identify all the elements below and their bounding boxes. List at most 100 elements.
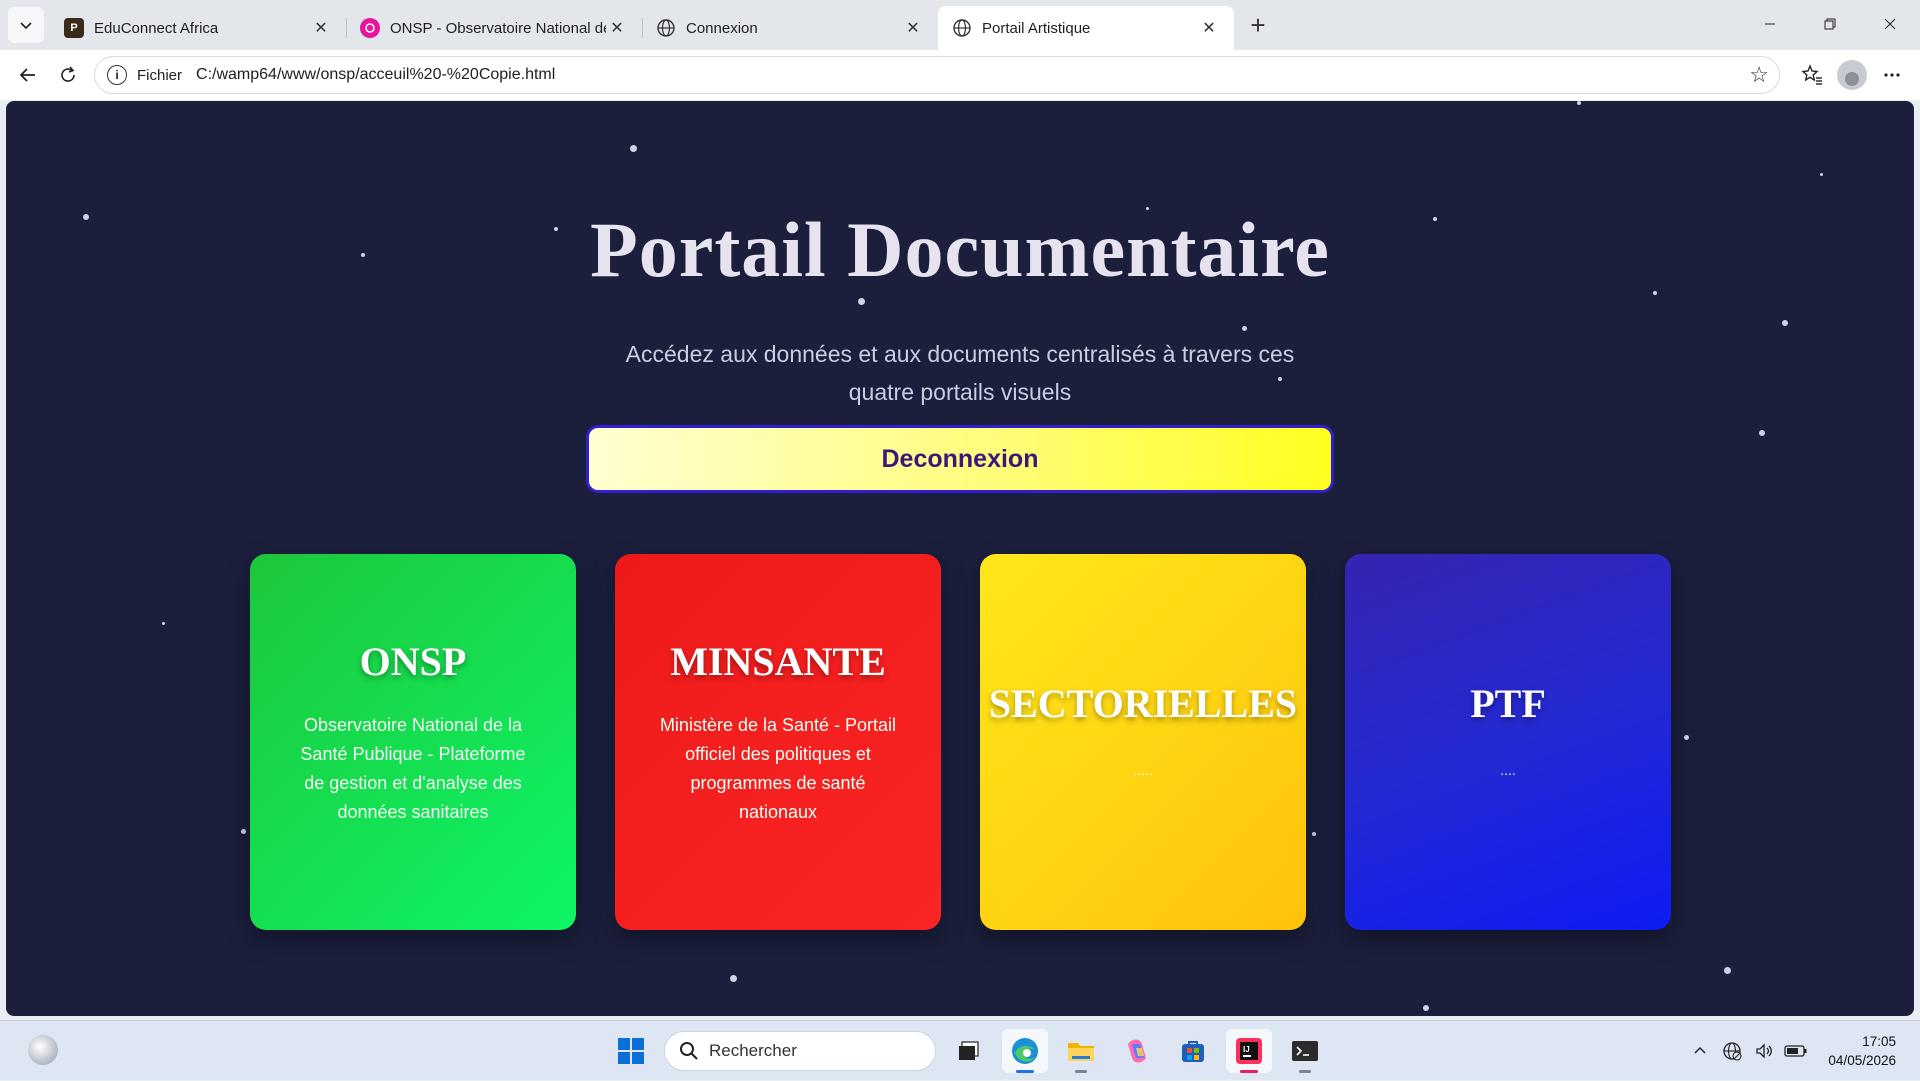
portal-card-onsp[interactable]: ONSP Observatoire National de la Santé P… — [250, 554, 576, 930]
edge-browser-icon — [1012, 1038, 1038, 1064]
star-decoration — [1684, 735, 1689, 740]
browser-toolbar: i Fichier C:/wamp64/www/onsp/acceuil%20-… — [0, 50, 1920, 100]
tab-title: Connexion — [686, 19, 758, 37]
minimize-window-button[interactable] — [1740, 0, 1800, 48]
onsp-favicon — [360, 18, 380, 38]
svg-text:IJ: IJ — [1243, 1045, 1250, 1054]
task-view-button[interactable] — [946, 1029, 992, 1073]
chevron-up-icon[interactable] — [1686, 1037, 1714, 1065]
star-decoration — [1312, 832, 1316, 836]
restore-window-button[interactable] — [1800, 0, 1860, 48]
more-menu-button[interactable] — [1872, 55, 1912, 95]
copilot-taskbar-icon[interactable] — [1114, 1029, 1160, 1073]
close-tab-icon[interactable]: ✕ — [1198, 17, 1220, 39]
minimize-icon — [1765, 23, 1775, 25]
address-bar[interactable]: i Fichier C:/wamp64/www/onsp/acceuil%20-… — [94, 56, 1780, 94]
back-button[interactable] — [8, 55, 48, 95]
address-scheme-label: Fichier — [137, 66, 183, 84]
address-url[interactable]: C:/wamp64/www/onsp/acceuil%20-%20Copie.h… — [196, 66, 1749, 84]
close-window-button[interactable] — [1860, 0, 1920, 48]
star-decoration — [1242, 326, 1247, 331]
page-subtitle: Accédez aux données et aux documents cen… — [625, 341, 1295, 405]
card-title: SECTORIELLES — [988, 681, 1298, 726]
chevron-down-icon — [20, 22, 32, 30]
star-decoration — [1577, 101, 1581, 105]
windows-taskbar: Rechercher IJ 17:05 04/05/2026 — [0, 1020, 1920, 1080]
tab-portail-artistique[interactable]: Portail Artistique ✕ — [938, 6, 1234, 50]
tab-onsp[interactable]: ONSP - Observatoire National de la Santé… — [346, 6, 642, 50]
portal-card-sectorielles[interactable]: SECTORIELLES ..... — [980, 554, 1306, 930]
bookmark-star-icon[interactable]: ☆ — [1749, 62, 1769, 88]
favorites-button[interactable] — [1792, 55, 1832, 95]
reload-button[interactable] — [48, 55, 88, 95]
close-tab-icon[interactable]: ✕ — [902, 17, 924, 39]
portal-card-ptf[interactable]: PTF .... — [1345, 554, 1671, 930]
browser-tab-strip: P EduConnect Africa ✕ ONSP - Observatoir… — [0, 0, 1920, 50]
clock[interactable]: 17:05 04/05/2026 — [1828, 1032, 1896, 1070]
card-description: Observatoire National de la Santé Publiq… — [300, 715, 526, 822]
restore-icon — [1824, 18, 1836, 30]
search-placeholder: Rechercher — [709, 1041, 797, 1060]
tab-title: ONSP - Observatoire National de la Santé… — [390, 19, 606, 37]
intellij-taskbar-icon[interactable]: IJ — [1226, 1029, 1272, 1073]
close-tab-icon[interactable]: ✕ — [606, 17, 628, 39]
weather-widget-icon[interactable] — [28, 1035, 58, 1065]
taskbar-apps: Rechercher IJ — [608, 1029, 1328, 1073]
card-description: ..... — [1133, 762, 1153, 778]
terminal-taskbar-icon[interactable] — [1282, 1029, 1328, 1073]
star-decoration — [1820, 173, 1823, 176]
tab-connexion[interactable]: Connexion ✕ — [642, 6, 938, 50]
star-decoration — [730, 975, 737, 982]
edge-taskbar-icon[interactable] — [1002, 1029, 1048, 1073]
card-title: ONSP — [359, 639, 467, 684]
battery-icon[interactable] — [1782, 1037, 1810, 1065]
microsoft-store-taskbar-icon[interactable] — [1170, 1029, 1216, 1073]
logout-button[interactable]: Deconnexion — [586, 425, 1334, 493]
star-decoration — [1782, 320, 1788, 326]
file-explorer-taskbar-icon[interactable] — [1058, 1029, 1104, 1073]
taskbar-search[interactable]: Rechercher — [664, 1031, 936, 1071]
more-dots-icon — [1884, 73, 1900, 77]
copilot-icon — [1128, 1039, 1146, 1063]
educonnect-favicon: P — [64, 18, 84, 38]
star-decoration — [1423, 1005, 1429, 1011]
star-decoration — [630, 145, 637, 152]
star-decoration — [858, 298, 865, 305]
search-icon — [680, 1042, 698, 1060]
close-tab-icon[interactable]: ✕ — [310, 17, 332, 39]
clock-date: 04/05/2026 — [1828, 1053, 1896, 1068]
tab-educonnect[interactable]: P EduConnect Africa ✕ — [50, 6, 346, 50]
globe-icon — [656, 18, 676, 38]
info-icon[interactable]: i — [107, 65, 127, 85]
window-controls — [1740, 0, 1920, 48]
page-viewport: Portail Documentaire Accédez aux données… — [6, 101, 1914, 1016]
card-title: PTF — [1470, 681, 1546, 726]
new-tab-button[interactable]: + — [1238, 5, 1278, 45]
close-icon — [1884, 18, 1896, 30]
system-tray: 17:05 04/05/2026 — [1684, 1021, 1920, 1081]
task-view-icon — [959, 1041, 979, 1060]
tab-title: Portail Artistique — [982, 19, 1091, 37]
favorites-star-list-icon — [1801, 64, 1822, 85]
windows-logo-icon — [618, 1038, 644, 1064]
reload-icon — [61, 66, 75, 82]
start-button[interactable] — [608, 1029, 654, 1073]
card-title: MINSANTE — [670, 639, 886, 684]
volume-icon[interactable] — [1750, 1037, 1778, 1065]
profile-button[interactable] — [1832, 55, 1872, 95]
star-decoration — [162, 622, 165, 625]
globe-icon — [952, 18, 972, 38]
tab-title: EduConnect Africa — [94, 19, 219, 37]
network-globe-icon[interactable] — [1718, 1037, 1746, 1065]
portal-card-minsante[interactable]: MINSANTE Ministère de la Santé - Portail… — [615, 554, 941, 930]
card-description: Ministère de la Santé - Portail officiel… — [659, 715, 897, 822]
page-title: Portail Documentaire — [590, 206, 1330, 293]
star-decoration — [1759, 430, 1765, 436]
avatar — [1837, 60, 1867, 90]
store-icon — [1182, 1041, 1204, 1062]
intellij-icon: IJ — [1236, 1038, 1262, 1064]
tab-actions-menu-button[interactable] — [8, 7, 44, 43]
star-decoration — [1724, 967, 1731, 974]
folder-icon — [1068, 1043, 1094, 1061]
star-decoration — [241, 829, 246, 834]
